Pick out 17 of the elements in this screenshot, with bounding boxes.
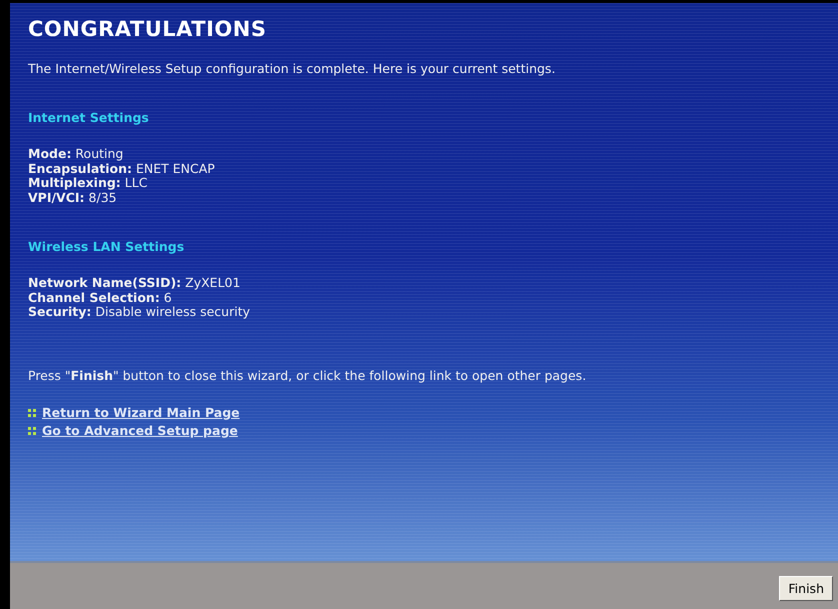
- section-heading: Internet Settings: [28, 110, 149, 125]
- bullet-icon: [28, 408, 36, 416]
- setting-line: Network Name(SSID): ZyXEL01: [28, 276, 240, 290]
- setting-line: VPI/VCI: 8/35: [28, 190, 117, 205]
- intro-text: The Internet/Wireless Setup configuration is complete. Here is your current settings.: [28, 61, 556, 76]
- page-link[interactable]: Go to Advanced Setup page: [42, 422, 238, 438]
- setting-line: Mode: Routing: [28, 147, 124, 162]
- setting-line: Security: Disable wireless security: [28, 305, 250, 320]
- instruction-text: Press "Finish" button to close this wizard, or click the following link to open other pages.: [28, 368, 586, 382]
- page-link[interactable]: Return to Wizard Main Page: [42, 404, 240, 420]
- setting-line: Encapsulation: ENET ENCAP: [28, 162, 215, 176]
- setting-line: Channel Selection: 6: [28, 290, 172, 305]
- bullet-icon: [28, 426, 36, 434]
- section-heading: Wireless LAN Settings: [28, 239, 184, 254]
- finish-button[interactable]: Finish: [779, 576, 833, 600]
- setting-line: Multiplexing: LLC: [28, 176, 148, 190]
- page-title: CONGRATULATIONS: [28, 17, 268, 41]
